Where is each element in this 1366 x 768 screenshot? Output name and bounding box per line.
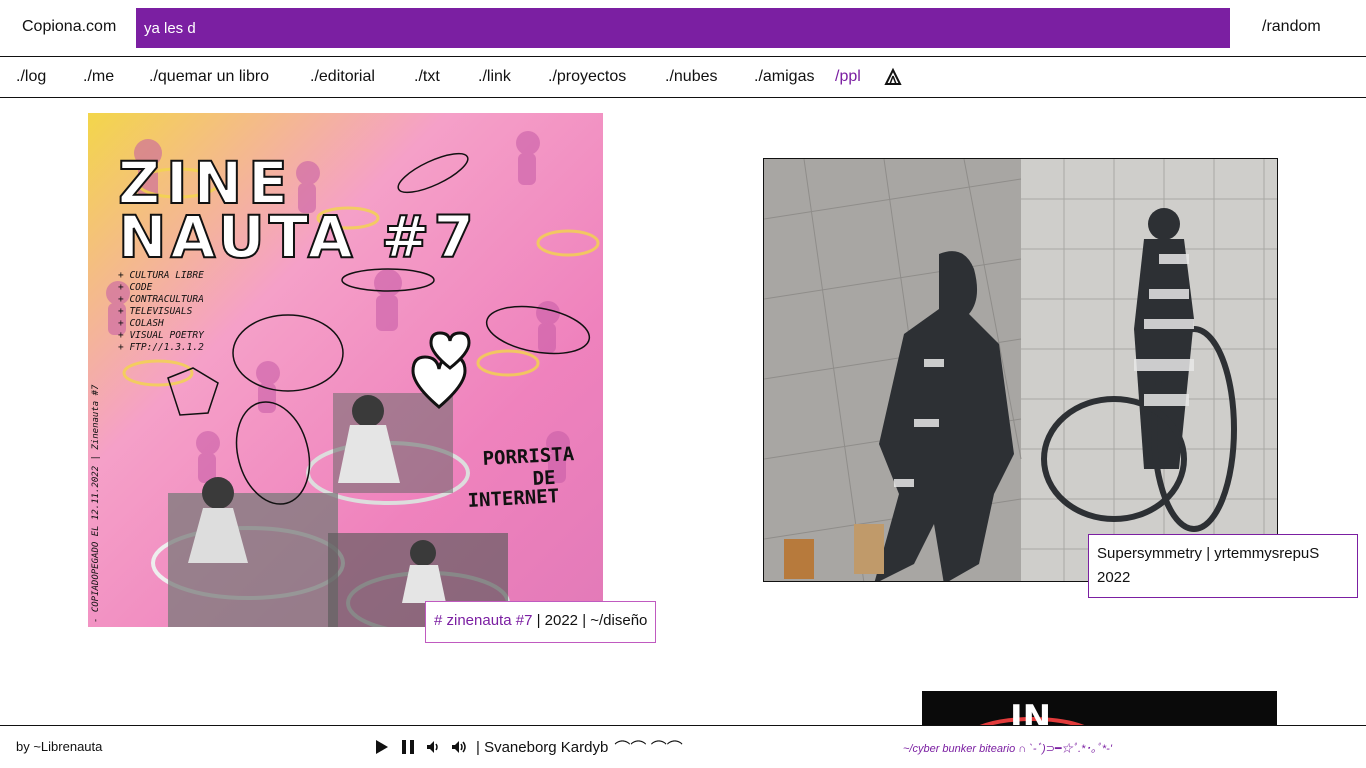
status-text[interactable]: ~/cyber bunker biteario ∩ `-ﾞ)⊃━☆ﾟ.*･｡ﾟ*… bbox=[903, 740, 1112, 756]
cover-topic: + CULTURA LIBRE bbox=[118, 270, 204, 281]
random-link[interactable]: /random bbox=[1262, 18, 1321, 36]
nav-item-nubes[interactable]: ./nubes bbox=[665, 68, 717, 86]
cover-topic: + CONTRACULTURA bbox=[118, 294, 204, 305]
nav-item-log[interactable]: ./log bbox=[16, 68, 46, 86]
top-bar: Copiona.com /random bbox=[0, 0, 1366, 57]
cover-topic: + TELEVISUALS bbox=[118, 306, 193, 317]
volume-down-icon[interactable] bbox=[424, 737, 444, 757]
zine-cover-image[interactable]: ZINE NAUTA #7 + CULTURA LIBRE + CODE + C… bbox=[88, 113, 603, 627]
byline: by ~Librenauta bbox=[16, 739, 103, 754]
zine-caption: # zinenauta #7 | 2022 | ~/diseño bbox=[425, 601, 657, 643]
cover-side-text: - COPIADOPEGADO EL 12.11.2022 | Zinenaut… bbox=[91, 384, 101, 623]
main-nav: ./log ./me ./quemar un libro ./editorial… bbox=[0, 57, 1366, 98]
audio-player: | Svaneborg Kardyb ⌒⌒ ⌒⌒ bbox=[372, 736, 683, 758]
cover-topic: + COLASH bbox=[118, 318, 164, 329]
pause-icon[interactable] bbox=[398, 737, 418, 757]
nav-item-me[interactable]: ./me bbox=[83, 68, 114, 86]
supersymmetry-photo[interactable] bbox=[763, 158, 1278, 582]
track-title: | Svaneborg Kardyb bbox=[476, 738, 609, 756]
track-decoration: ⌒⌒ ⌒⌒ bbox=[614, 741, 683, 758]
nav-item-amigas[interactable]: ./amigas bbox=[754, 68, 814, 86]
nav-item-txt[interactable]: ./txt bbox=[414, 68, 440, 86]
volume-up-icon[interactable] bbox=[450, 737, 470, 757]
nav-item-link[interactable]: ./link bbox=[478, 68, 511, 86]
nav-item-editorial[interactable]: ./editorial bbox=[310, 68, 375, 86]
nav-item-quemar-un-libro[interactable]: ./quemar un libro bbox=[149, 68, 269, 86]
caption-meta: | 2022 | ~/diseño bbox=[536, 612, 648, 629]
supersymmetry-caption: Supersymmetry | yrtemmysrepuS 2022 bbox=[1088, 534, 1358, 598]
cover-topic: + VISUAL POETRY bbox=[118, 330, 205, 341]
cover-topic: + CODE bbox=[118, 282, 153, 293]
bottom-bar: by ~Librenauta | Svaneborg Kardyb ⌒⌒ ⌒⌒ … bbox=[0, 725, 1366, 768]
caption-title[interactable]: Supersymmetry | yrtemmysrepuS bbox=[1097, 542, 1349, 566]
site-title-link[interactable]: Copiona.com bbox=[22, 18, 116, 36]
caption-year: 2022 bbox=[1097, 569, 1131, 586]
cover-topic: + FTP://1.3.1.2 bbox=[118, 342, 204, 353]
tag-link[interactable]: # zinenauta #7 bbox=[434, 612, 532, 629]
nav-item-ppl[interactable]: /ppl bbox=[835, 68, 861, 86]
nav-item-proyectos[interactable]: ./proyectos bbox=[548, 68, 626, 86]
play-icon[interactable] bbox=[372, 737, 392, 757]
svg-text:NAUTA #7: NAUTA #7 bbox=[118, 203, 478, 271]
search-input[interactable] bbox=[136, 8, 1230, 48]
tent-icon[interactable] bbox=[883, 67, 903, 87]
